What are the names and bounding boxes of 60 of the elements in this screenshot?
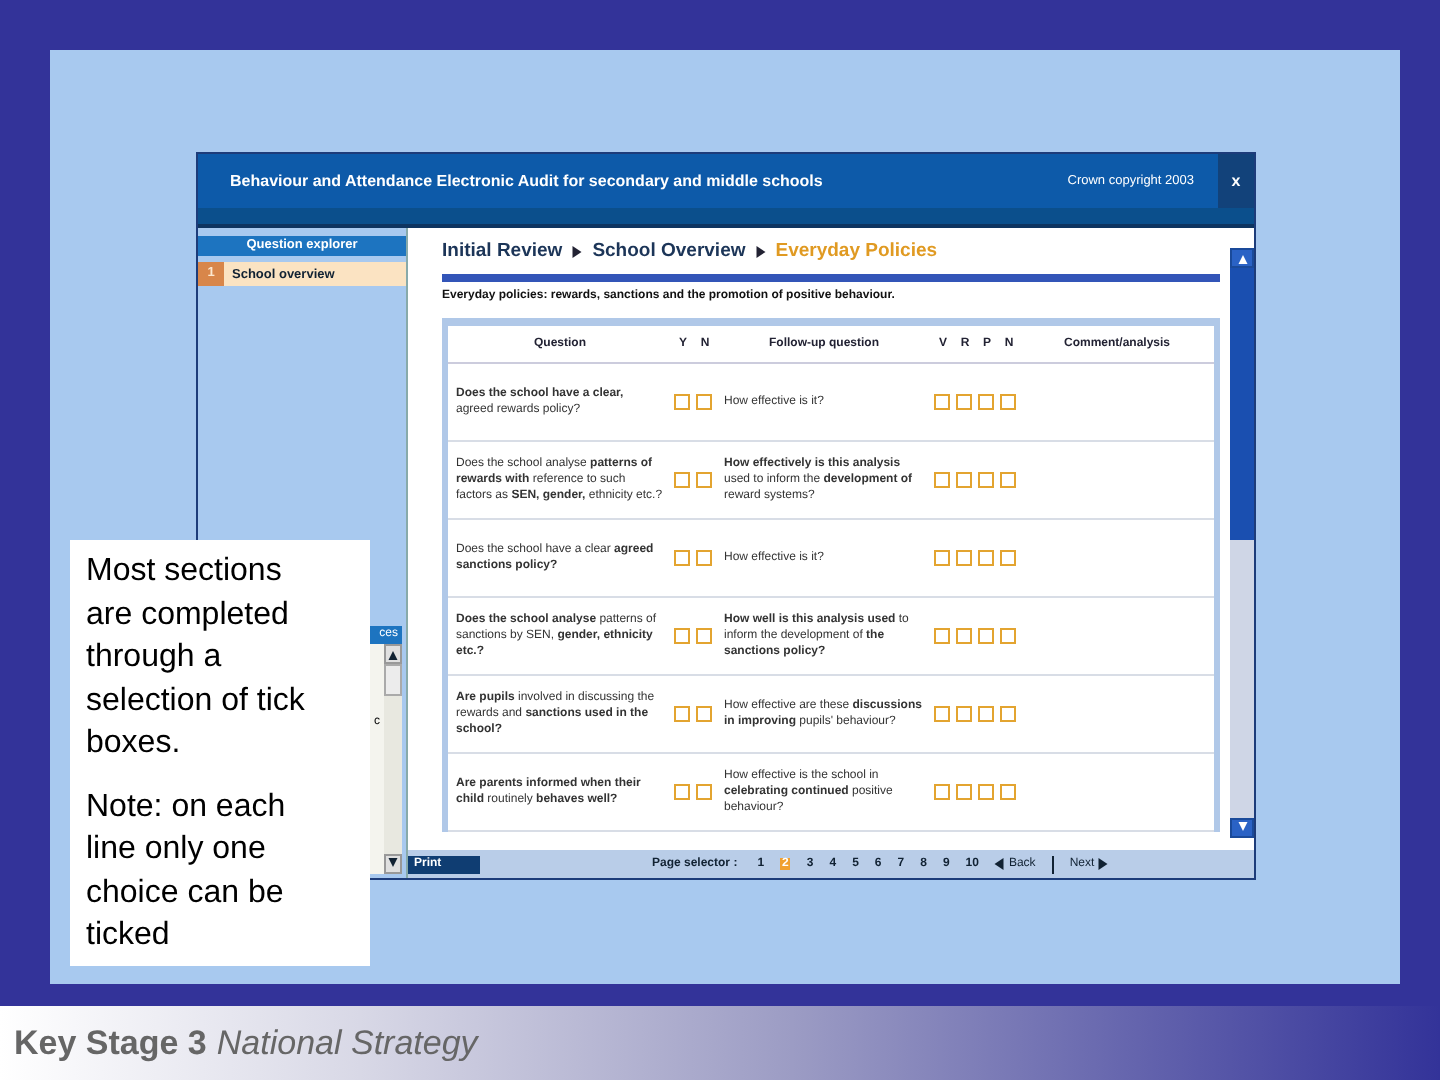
tick-box[interactable] <box>674 472 690 488</box>
footer-subtitle: National Strategy <box>216 1023 478 1063</box>
tick-box[interactable] <box>1000 394 1016 410</box>
breadcrumb-link[interactable]: School Overview <box>592 240 746 262</box>
footer-title: Key Stage 3 <box>14 1023 207 1063</box>
tick-box[interactable] <box>696 706 712 722</box>
tick-box[interactable] <box>1000 550 1016 566</box>
scrollbar[interactable] <box>384 644 402 874</box>
arrow-icon <box>572 245 583 257</box>
tick-box[interactable] <box>696 784 712 800</box>
tick-box[interactable] <box>934 784 950 800</box>
down-arrow-icon <box>388 858 398 870</box>
arrow-icon <box>755 245 766 257</box>
callout-text: Note: on each line only one choice can be ticked <box>86 787 288 956</box>
next-arrow-icon <box>1098 858 1109 870</box>
tick-box[interactable] <box>956 550 972 566</box>
tick-box[interactable] <box>1000 706 1016 722</box>
scrollbar[interactable] <box>1230 248 1254 838</box>
close-button[interactable]: x <box>1218 154 1254 208</box>
up-arrow-icon <box>1237 252 1247 264</box>
down-arrow-icon <box>1237 822 1247 834</box>
callout-text: Most sections are completed through a selection of tick boxes. <box>86 552 307 764</box>
back-arrow-icon <box>994 858 1005 870</box>
tick-box[interactable] <box>696 550 712 566</box>
scroll-up-button[interactable] <box>1230 248 1254 268</box>
tick-box[interactable] <box>978 628 994 644</box>
tick-box[interactable] <box>1000 628 1016 644</box>
tick-box[interactable] <box>956 472 972 488</box>
tick-box[interactable] <box>696 628 712 644</box>
tick-box[interactable] <box>978 784 994 800</box>
up-arrow-icon <box>388 648 398 660</box>
tick-box[interactable] <box>674 784 690 800</box>
tick-box[interactable] <box>934 550 950 566</box>
scroll-down-button[interactable] <box>1230 818 1254 838</box>
tick-box[interactable] <box>934 706 950 722</box>
tick-box[interactable] <box>978 706 994 722</box>
tick-box[interactable] <box>934 472 950 488</box>
tick-box[interactable] <box>674 706 690 722</box>
tick-box[interactable] <box>674 394 690 410</box>
tick-box[interactable] <box>978 550 994 566</box>
tick-box[interactable] <box>696 472 712 488</box>
tick-box[interactable] <box>978 394 994 410</box>
tick-box[interactable] <box>978 472 994 488</box>
tick-box[interactable] <box>934 394 950 410</box>
tick-box[interactable] <box>934 628 950 644</box>
window-title: Behaviour and Attendance Electronic Audit for secondary and middle schools <box>230 172 825 190</box>
tick-box[interactable] <box>1000 784 1016 800</box>
tick-box[interactable] <box>1000 472 1016 488</box>
scroll-thumb[interactable] <box>384 664 402 696</box>
tick-box[interactable] <box>956 784 972 800</box>
breadcrumb-link[interactable]: Initial Review <box>442 240 563 262</box>
scroll-thumb[interactable] <box>1230 268 1254 540</box>
tick-box[interactable] <box>956 628 972 644</box>
tick-box[interactable] <box>674 628 690 644</box>
tick-box[interactable] <box>956 394 972 410</box>
scroll-up-button[interactable] <box>384 644 402 664</box>
tick-box[interactable] <box>696 394 712 410</box>
scroll-down-button[interactable] <box>384 854 402 874</box>
tick-box[interactable] <box>956 706 972 722</box>
tick-box[interactable] <box>674 550 690 566</box>
